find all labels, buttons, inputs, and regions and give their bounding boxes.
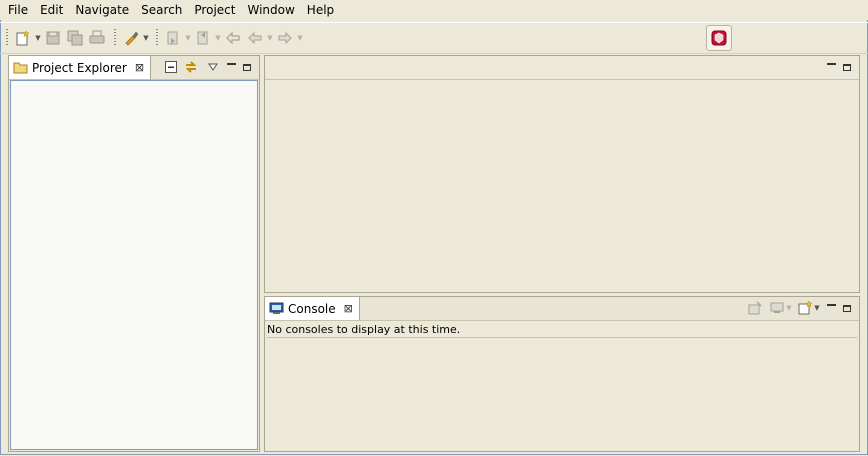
new-icon: [16, 30, 30, 46]
pin-console-button[interactable]: [747, 300, 763, 316]
collapse-all-button[interactable]: [163, 59, 179, 75]
project-explorer-tools: [163, 58, 255, 76]
folder-icon: [13, 62, 28, 74]
print-button[interactable]: [87, 28, 107, 48]
brush-icon: [125, 31, 139, 46]
save-icon: [46, 31, 60, 45]
forward-button[interactable]: [275, 28, 295, 48]
console-header: Console ⊠ ▼ ▼: [265, 297, 859, 321]
back-button[interactable]: [245, 28, 265, 48]
toolbar-separator: [156, 29, 158, 47]
new-button[interactable]: [13, 28, 33, 48]
toolbar-separator: [114, 29, 116, 47]
tab-project-explorer[interactable]: Project Explorer ⊠: [9, 56, 152, 79]
view-menu-icon: [208, 63, 218, 71]
maximize-button[interactable]: [239, 59, 255, 75]
menu-navigate[interactable]: Navigate: [69, 0, 135, 20]
next-annotation-dropdown[interactable]: ▼: [184, 28, 192, 48]
maximize-icon: [243, 63, 251, 71]
console-divider: [267, 337, 857, 338]
editor-area-header: [265, 56, 859, 80]
link-with-editor-icon: [185, 61, 197, 73]
java-ee-perspective-icon: [711, 30, 727, 46]
forward-dropdown-arrow[interactable]: ▼: [296, 28, 304, 48]
new-dropdown-arrow[interactable]: ▼: [34, 28, 42, 48]
tab-label: Project Explorer: [32, 60, 127, 75]
console-panel: Console ⊠ ▼ ▼ No consoles to display at …: [264, 296, 860, 452]
menu-help[interactable]: Help: [301, 0, 340, 20]
maximize-icon: [843, 304, 851, 312]
view-menu-button[interactable]: [205, 59, 221, 75]
display-console-button[interactable]: [769, 300, 785, 316]
editor-area-tools: [823, 58, 855, 76]
minimize-button[interactable]: [823, 59, 839, 75]
link-with-editor-button[interactable]: [183, 59, 199, 75]
menu-window[interactable]: Window: [241, 0, 300, 20]
menu-file[interactable]: File: [0, 0, 34, 20]
toolbar-separator: [6, 29, 8, 47]
previous-annotation-button[interactable]: [193, 28, 213, 48]
maximize-icon: [843, 63, 851, 71]
close-icon[interactable]: ⊠: [344, 302, 353, 315]
menu-bar: File Edit Navigate Search Project Window…: [0, 0, 868, 20]
open-console-button[interactable]: [797, 300, 813, 316]
print-icon: [89, 30, 105, 44]
display-console-dropdown[interactable]: ▼: [785, 298, 793, 318]
maximize-button[interactable]: [839, 300, 855, 316]
next-annotation-icon: [167, 31, 178, 45]
console-tools: ▼ ▼: [747, 299, 855, 317]
tab-console[interactable]: Console ⊠: [265, 297, 360, 320]
tab-label: Console: [288, 301, 336, 316]
save-all-icon: [67, 30, 83, 46]
console-icon: [269, 302, 284, 314]
collapse-all-icon: [165, 61, 177, 73]
previous-annotation-dropdown[interactable]: ▼: [214, 28, 222, 48]
forward-icon: [278, 31, 292, 45]
previous-annotation-icon: [197, 31, 208, 45]
next-annotation-button[interactable]: [163, 28, 183, 48]
last-edit-button[interactable]: [223, 28, 243, 48]
menu-edit[interactable]: Edit: [34, 0, 69, 20]
project-explorer-panel: Project Explorer ⊠: [8, 55, 260, 452]
close-icon[interactable]: ⊠: [135, 61, 144, 74]
open-console-icon: [798, 300, 813, 315]
brush-dropdown-arrow[interactable]: ▼: [142, 28, 150, 48]
menu-project[interactable]: Project: [188, 0, 241, 20]
save-all-button[interactable]: [65, 28, 85, 48]
project-explorer-header: Project Explorer ⊠: [9, 56, 259, 80]
brush-button[interactable]: [121, 28, 141, 48]
editor-area: [264, 55, 860, 293]
main-toolbar: ▼ ▼ ▼ ▼ ▼ ▼: [0, 22, 868, 54]
console-message: No consoles to display at this time.: [267, 323, 461, 336]
back-dropdown-arrow[interactable]: ▼: [266, 28, 274, 48]
perspective-button[interactable]: [706, 25, 732, 51]
open-console-dropdown[interactable]: ▼: [813, 298, 821, 318]
minimize-button[interactable]: [823, 300, 839, 316]
minimize-icon: [226, 63, 236, 65]
pin-console-icon: [748, 301, 762, 315]
minimize-button[interactable]: [223, 59, 239, 75]
minimize-icon: [826, 304, 836, 306]
maximize-button[interactable]: [839, 59, 855, 75]
back-icon: [248, 31, 262, 45]
project-explorer-tree[interactable]: [10, 80, 258, 450]
last-edit-icon: [226, 31, 240, 45]
menu-search[interactable]: Search: [135, 0, 188, 20]
display-console-icon: [770, 302, 784, 313]
save-button[interactable]: [43, 28, 63, 48]
minimize-icon: [826, 63, 836, 65]
